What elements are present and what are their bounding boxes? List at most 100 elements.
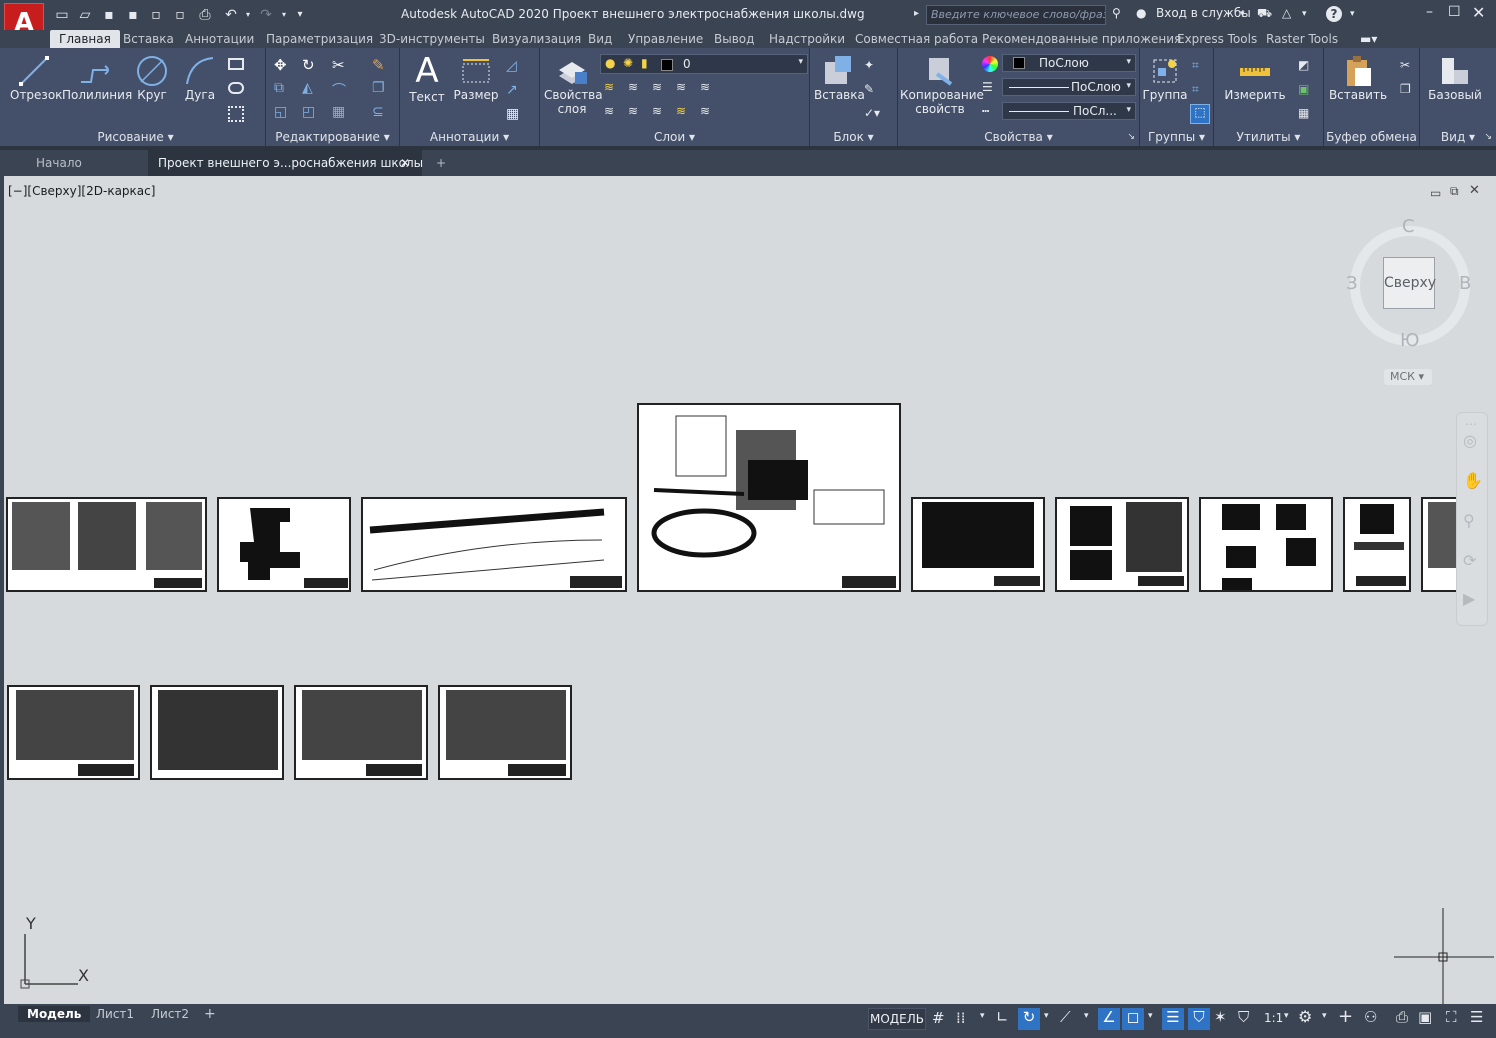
annotation-monitor-icon[interactable]: + — [1338, 1006, 1353, 1027]
search-expand-icon[interactable]: ▸ — [914, 8, 919, 19]
isodraft-dropdown-icon[interactable]: ▾ — [1084, 1011, 1089, 1021]
pan-icon[interactable]: ✋ — [1463, 471, 1483, 490]
measure-button[interactable]: Измерить — [1220, 54, 1290, 102]
lineweight-display-icon[interactable]: ☰ — [1162, 1008, 1184, 1030]
steering-wheel-icon[interactable]: ◎ — [1463, 431, 1477, 450]
groups-panel-label[interactable]: Группы ▾ — [1140, 130, 1213, 144]
snap-dropdown-icon[interactable]: ▾ — [980, 1011, 985, 1021]
hatch-icon[interactable] — [228, 106, 244, 122]
layer-walk-icon[interactable]: ≋ — [700, 104, 716, 120]
clipboard-panel-label[interactable]: Буфер обмена — [1324, 130, 1419, 144]
open-web-icon[interactable]: ▫ — [148, 7, 164, 23]
sheet-12[interactable] — [294, 685, 428, 780]
ortho-icon[interactable]: ∟ — [996, 1008, 1009, 1026]
sheet-2[interactable] — [217, 497, 351, 592]
trim-icon[interactable]: ✂ — [332, 56, 348, 74]
block-panel-label[interactable]: Блок ▾ — [810, 130, 897, 144]
tab-featured-apps[interactable]: Рекомендованные приложения — [982, 30, 1181, 48]
zoom-icon[interactable]: ⚲ — [1463, 511, 1475, 530]
minimize-button[interactable]: – — [1426, 4, 1433, 20]
navbar-close-icon[interactable]: ⋯ — [1465, 417, 1477, 431]
line-button[interactable]: Отрезок — [10, 54, 62, 102]
edit-attributes-icon[interactable]: ✓▾ — [864, 106, 880, 122]
tab-visualize[interactable]: Визуализация — [492, 30, 581, 48]
osnap-dropdown-icon[interactable]: ▾ — [1148, 1011, 1153, 1021]
open-file-icon[interactable]: ▱ — [77, 7, 93, 23]
model-space-toggle[interactable]: МОДЕЛЬ — [868, 1008, 926, 1030]
utilities-panel-label[interactable]: Утилиты ▾ — [1214, 130, 1323, 144]
calculator-icon[interactable]: ▦ — [1298, 106, 1314, 122]
redo-dropdown-icon[interactable]: ▾ — [276, 7, 292, 23]
layer-properties-button[interactable]: Свойства слоя — [544, 54, 603, 116]
layer-freeze-icon[interactable]: ≋ — [652, 80, 668, 96]
mleader-icon[interactable]: ↗ — [506, 82, 522, 98]
explode-icon[interactable]: ❐ — [372, 80, 388, 96]
select-all-icon[interactable]: ▣ — [1298, 82, 1314, 98]
signin-button[interactable]: Вход в службы — [1156, 6, 1251, 20]
sheet-3[interactable] — [361, 497, 627, 592]
layer-on-icon[interactable]: ≋ — [604, 104, 620, 120]
insert-block-button[interactable]: Вставка — [814, 54, 865, 102]
customize-status-icon[interactable]: ☰ — [1470, 1008, 1483, 1026]
plot-icon[interactable]: ⎙ — [197, 7, 213, 23]
help-dropdown-icon[interactable]: ▾ — [1350, 9, 1355, 19]
layer-thaw-icon[interactable]: ≋ — [652, 104, 668, 120]
dimension-button[interactable]: Размер — [452, 54, 500, 102]
search-input[interactable]: Введите ключевое слово/фразу — [926, 5, 1106, 25]
sheet-8[interactable] — [1343, 497, 1411, 592]
tab-addins[interactable]: Надстройки — [769, 30, 845, 48]
copy-icon[interactable]: ⧉ — [274, 80, 290, 96]
group-button[interactable]: Группа — [1142, 54, 1188, 102]
create-block-icon[interactable]: ✦ — [864, 58, 880, 74]
layer-dropdown[interactable]: ● ✺ ▮ 0 ▾ — [600, 54, 808, 74]
redo-icon[interactable]: ↷ — [258, 7, 274, 23]
circle-button[interactable]: Круг — [130, 54, 174, 102]
save-web-icon[interactable]: ▫ — [172, 7, 188, 23]
layer-unisolate-icon[interactable]: ≋ — [628, 104, 644, 120]
save-as-icon[interactable]: ▪ — [125, 7, 141, 23]
leader-icon[interactable]: ◿ — [506, 58, 522, 74]
sheet-13[interactable] — [438, 685, 572, 780]
layer-isolate-icon[interactable]: ≋ — [628, 80, 644, 96]
match-properties-button[interactable]: Копирование свойств — [900, 54, 984, 116]
layer-unlock-icon[interactable]: ≋ — [676, 104, 692, 120]
new-tab-button[interactable]: + — [432, 150, 450, 176]
rectangle-icon[interactable] — [228, 58, 244, 70]
ellipse-icon[interactable] — [228, 82, 244, 94]
maximize-button[interactable]: ☐ — [1448, 4, 1461, 20]
base-view-button[interactable]: Базовый — [1426, 54, 1484, 102]
viewcube-top-face[interactable]: Сверху — [1383, 257, 1436, 309]
ribbon-options-icon[interactable]: ▬▾ — [1360, 30, 1377, 48]
binoculars-icon[interactable]: ⚲ — [1112, 6, 1121, 20]
tab-annotate[interactable]: Аннотации — [185, 30, 254, 48]
hardware-acceleration-icon[interactable]: ⎙ — [1396, 1008, 1408, 1026]
viewcube-south[interactable]: Ю — [1400, 330, 1419, 351]
scale-value[interactable]: 1:1 — [1264, 1011, 1283, 1025]
annotation-panel-label[interactable]: Аннотации ▾ — [400, 130, 539, 144]
layer-lock-icon[interactable]: ≋ — [676, 80, 692, 96]
object-snap-icon[interactable]: ◻ — [1122, 1008, 1144, 1030]
arc-button[interactable]: Дуга — [178, 54, 222, 102]
signin-dropdown-icon[interactable]: ▾ — [1240, 9, 1245, 19]
workspace-gear-icon[interactable]: ⚙ — [1298, 1007, 1312, 1026]
clean-screen-icon[interactable]: ⛶ — [1446, 1008, 1457, 1026]
rotate-icon[interactable]: ↻ — [302, 56, 318, 74]
quick-select-icon[interactable]: ◩ — [1298, 58, 1314, 74]
offset-icon[interactable]: ⊆ — [372, 104, 388, 120]
layer-match-icon[interactable]: ≋ — [700, 80, 716, 96]
stretch-icon[interactable]: ◱ — [274, 104, 290, 120]
tab-layout1[interactable]: Лист1 — [96, 1007, 134, 1021]
tab-raster-tools[interactable]: Raster Tools — [1266, 30, 1338, 48]
viewport-restore-icon[interactable]: ⧉ — [1450, 184, 1459, 199]
viewcube-north[interactable]: С — [1402, 216, 1415, 237]
draw-panel-label[interactable]: Рисование ▾ — [6, 130, 265, 144]
fillet-icon[interactable]: ⌒ — [332, 80, 348, 99]
tab-insert[interactable]: Вставка — [123, 30, 174, 48]
annotation-visibility-icon[interactable]: ⛉ — [1188, 1008, 1210, 1030]
tab-parametric[interactable]: Параметризация — [266, 30, 373, 48]
new-file-icon[interactable]: ▭ — [54, 7, 70, 23]
ungroup-icon[interactable]: ⌗ — [1192, 58, 1208, 74]
polar-icon[interactable]: ↻ — [1018, 1008, 1040, 1030]
sheet-4-site-plan[interactable] — [637, 403, 901, 592]
viewport-controls[interactable]: [−][Сверху][2D-каркас] — [8, 184, 155, 198]
